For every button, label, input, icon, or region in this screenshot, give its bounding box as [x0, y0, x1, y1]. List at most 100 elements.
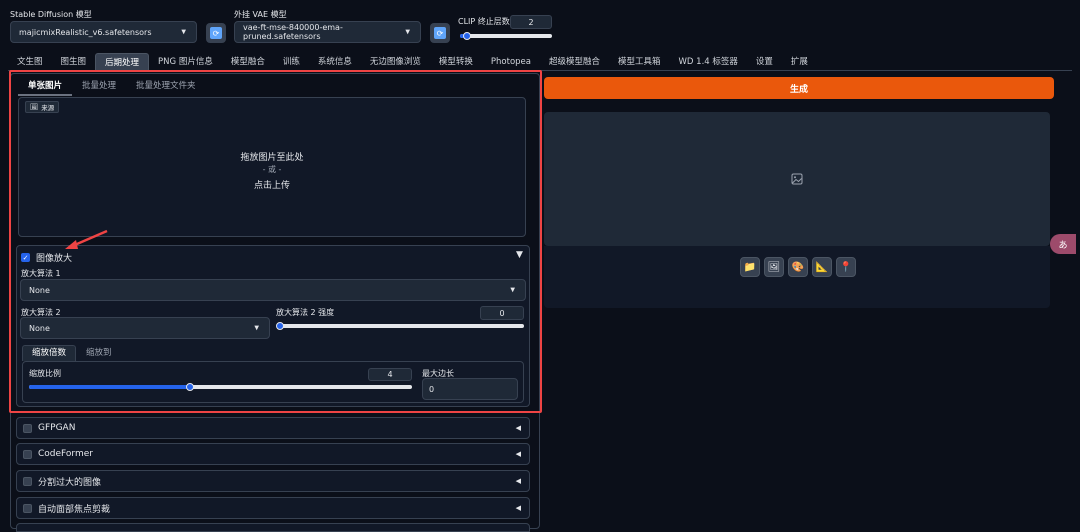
generate-button[interactable]: 生成: [544, 77, 1054, 99]
partial-accordion: [16, 523, 530, 532]
scale-slider[interactable]: [29, 383, 412, 391]
codeformer-title: CodeFormer: [38, 449, 93, 459]
click-upload-text: 点击上传: [253, 181, 290, 191]
upscaler1-value: None: [29, 285, 50, 295]
image-icon: 🖼: [30, 103, 39, 111]
scale-mode-tabs: 缩放倍数 缩放到: [22, 345, 122, 361]
clip-slider[interactable]: [460, 32, 552, 40]
send-to-extras-button[interactable]: 📐: [812, 257, 832, 277]
upscale-title: 图像放大: [36, 254, 73, 264]
refresh-vae-button[interactable]: ⟳: [430, 23, 450, 43]
codeformer-accordion[interactable]: CodeFormer ◀: [16, 443, 530, 465]
upscaler2-strength-slider[interactable]: [276, 322, 524, 330]
tab-model-toolkit[interactable]: 模型工具箱: [609, 53, 670, 71]
image-subtabs: 单张图片 批量处理 批量处理文件夹: [18, 78, 206, 96]
refresh-model-button[interactable]: ⟳: [206, 23, 226, 43]
scale-number-input[interactable]: 4: [368, 368, 412, 381]
chevron-down-icon: ▼: [405, 28, 410, 36]
subtab-batch-folder[interactable]: 批量处理文件夹: [126, 78, 206, 96]
tab-photopea[interactable]: Photopea: [482, 53, 540, 71]
send-to-img2img-button[interactable]: 🖼: [764, 257, 784, 277]
upscaler2-strength-label: 放大算法 2 强度: [276, 308, 335, 317]
tabs-divider: [8, 70, 1072, 71]
tab-scale-to[interactable]: 缩放到: [76, 345, 122, 361]
tab-wd14-tagger[interactable]: WD 1.4 标签器: [670, 53, 747, 71]
palette-icon: 🎨: [791, 261, 805, 273]
source-label: 来源: [41, 104, 55, 112]
upscaler1-label: 放大算法 1: [21, 269, 61, 278]
image-upload-dropzone[interactable]: 🖼 来源 拖放图片至此处 - 或 - 点击上传: [18, 97, 526, 237]
sd-model-value: majicmixRealistic_v6.safetensors: [19, 27, 152, 37]
annotation-arrow-icon: [65, 229, 108, 249]
triangle-ruler-icon: 📐: [815, 261, 829, 273]
sd-model-select[interactable]: majicmixRealistic_v6.safetensors ▼: [10, 21, 197, 43]
folder-icon: 📁: [743, 261, 757, 273]
tab-image-browser[interactable]: 无边图像浏览: [361, 53, 430, 71]
upscaler2-strength-input[interactable]: 0: [480, 306, 524, 320]
split-oversized-title: 分割过大的图像: [38, 477, 102, 488]
tab-super-merge[interactable]: 超级模型融合: [540, 53, 609, 71]
expand-arrow-icon[interactable]: ◀: [516, 450, 521, 458]
tab-extensions[interactable]: 扩展: [782, 53, 817, 71]
tab-train[interactable]: 训练: [274, 53, 309, 71]
source-badge: 🖼 来源: [25, 101, 60, 113]
send-to-inpaint-button[interactable]: 🎨: [788, 257, 808, 277]
main-tabs: 文生图 图生图 后期处理 PNG 图片信息 模型融合 训练 系统信息 无边图像浏…: [8, 53, 817, 71]
auto-focal-crop-title: 自动面部焦点剪裁: [38, 504, 111, 515]
open-folder-button[interactable]: 📁: [740, 257, 760, 277]
refresh-icon: ⟳: [434, 27, 446, 39]
image-placeholder-icon: [791, 173, 803, 185]
chevron-down-icon: ▼: [181, 28, 186, 36]
split-oversized-accordion[interactable]: 分割过大的图像 ◀: [16, 470, 530, 492]
codeformer-checkbox[interactable]: [23, 449, 32, 459]
clip-number-input[interactable]: 2: [510, 15, 552, 29]
tab-model-convert[interactable]: 模型转换: [430, 53, 482, 71]
or-text: - 或 -: [262, 165, 282, 174]
expand-arrow-icon[interactable]: ◀: [516, 477, 521, 485]
scale-label: 缩放比例: [29, 369, 61, 378]
output-image-area: [544, 112, 1050, 246]
upscaler2-value: None: [29, 323, 50, 333]
subtab-single-image[interactable]: 单张图片: [18, 78, 73, 96]
upscale-checkbox[interactable]: ✓: [21, 253, 30, 262]
max-side-input[interactable]: 0: [422, 378, 518, 400]
split-oversized-checkbox[interactable]: [23, 476, 32, 486]
auto-focal-crop-accordion[interactable]: 自动面部焦点剪裁 ◀: [16, 497, 530, 519]
upscaler2-strength-thumb[interactable]: [276, 322, 284, 330]
gfpgan-accordion[interactable]: GFPGAN ◀: [16, 417, 530, 439]
upscaler2-select[interactable]: None ▼: [20, 317, 270, 339]
vae-value: vae-ft-mse-840000-ema-pruned.safetensors: [243, 23, 343, 41]
refresh-icon: ⟳: [210, 27, 222, 39]
tab-model-merge[interactable]: 模型融合: [222, 53, 274, 71]
floating-translate-icon[interactable]: あ: [1050, 234, 1076, 254]
vae-label: 外挂 VAE 模型: [234, 10, 287, 19]
chevron-down-icon: ▼: [510, 286, 515, 294]
collapse-arrow-icon[interactable]: ▼: [516, 250, 523, 260]
tab-png-info[interactable]: PNG 图片信息: [149, 53, 222, 71]
tab-scale-by[interactable]: 缩放倍数: [22, 345, 77, 361]
tab-system-info[interactable]: 系统信息: [309, 53, 361, 71]
clip-slider-thumb[interactable]: [463, 32, 471, 40]
gfpgan-title: GFPGAN: [38, 423, 76, 433]
tab-extras[interactable]: 后期处理: [95, 53, 150, 71]
auto-focal-crop-checkbox[interactable]: [23, 503, 32, 513]
tab-img2img[interactable]: 图生图: [52, 53, 96, 71]
gfpgan-checkbox[interactable]: [23, 423, 32, 433]
upscale-header[interactable]: ✓ 图像放大: [21, 251, 72, 264]
pin-icon: 📍: [839, 261, 853, 273]
upscaler1-select[interactable]: None ▼: [20, 279, 526, 301]
clip-label: CLIP 终止层数: [458, 17, 510, 26]
output-actions-panel: [544, 246, 1050, 308]
vae-select[interactable]: vae-ft-mse-840000-ema-pruned.safetensors…: [234, 21, 421, 43]
chevron-down-icon: ▼: [254, 324, 259, 332]
scale-slider-thumb[interactable]: [185, 383, 194, 391]
expand-arrow-icon[interactable]: ◀: [516, 504, 521, 512]
image-icon: 🖼: [767, 261, 781, 273]
subtab-batch[interactable]: 批量处理: [72, 78, 126, 96]
expand-arrow-icon[interactable]: ◀: [516, 424, 521, 432]
sd-model-label: Stable Diffusion 模型: [10, 10, 92, 19]
scale-slider-fill: [29, 385, 190, 389]
tab-settings[interactable]: 设置: [747, 53, 782, 71]
send-to-other-button[interactable]: 📍: [836, 257, 856, 277]
tab-txt2img[interactable]: 文生图: [8, 53, 52, 71]
